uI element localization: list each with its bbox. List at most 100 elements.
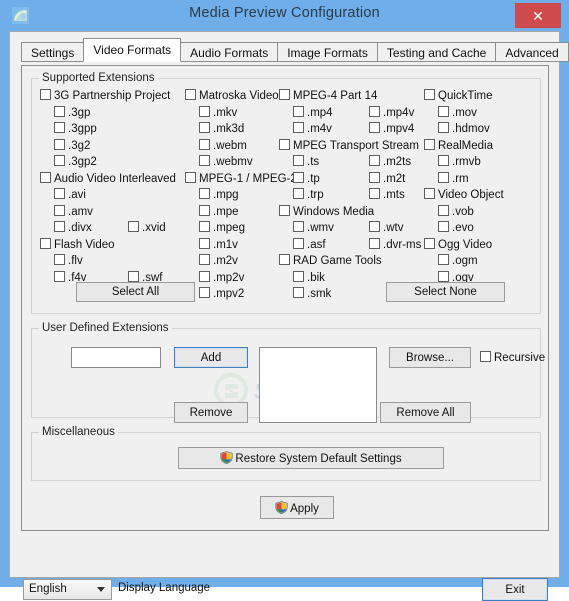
extension-checkbox[interactable]: .smk [293, 287, 331, 301]
extension-checkbox[interactable]: .evo [438, 221, 474, 235]
extension-checkbox[interactable]: .3gp [54, 105, 90, 120]
extension-checkbox[interactable]: .webm [199, 138, 247, 153]
window-title: Media Preview Configuration [189, 5, 380, 21]
extension-checkbox[interactable]: .avi [54, 188, 86, 202]
extension-checkbox[interactable]: .wtv [369, 221, 403, 235]
format-group-checkbox[interactable]: Windows Media [279, 204, 374, 219]
close-icon[interactable]: ✕ [515, 3, 561, 28]
extension-checkbox[interactable]: .dvr-ms [369, 237, 421, 252]
checkbox-box [293, 270, 304, 282]
select-all-button[interactable]: Select All [76, 282, 195, 302]
extension-label: .hdmov [452, 123, 490, 135]
extension-checkbox[interactable]: .mp4v [369, 105, 414, 120]
extension-label: .m2v [213, 255, 238, 267]
extension-checkbox[interactable]: .hdmov [438, 122, 490, 136]
format-group-checkbox[interactable]: MPEG-4 Part 14 [279, 89, 377, 103]
format-group-checkbox[interactable]: QuickTime [424, 89, 493, 103]
tab-audio-formats[interactable]: Audio Formats [180, 42, 279, 62]
format-group-checkbox[interactable]: MPEG Transport Stream [279, 138, 419, 153]
browse-button[interactable]: Browse... [389, 347, 471, 368]
format-group-checkbox[interactable]: RealMedia [424, 138, 493, 153]
format-group-checkbox[interactable]: MPEG-1 / MPEG-2 [185, 171, 297, 186]
format-group-checkbox[interactable]: Flash Video [40, 237, 115, 252]
checkbox-box [199, 138, 210, 150]
user-extension-input[interactable] [71, 347, 161, 368]
extension-checkbox[interactable]: .rmvb [438, 155, 481, 169]
user-extension-list[interactable] [259, 347, 377, 423]
checkbox-box [438, 204, 449, 216]
extension-label: .flv [68, 255, 83, 267]
extension-checkbox[interactable]: .wmv [293, 221, 334, 235]
extension-label: .vob [452, 205, 474, 218]
extension-checkbox[interactable]: .bik [293, 270, 325, 285]
extension-label: .m4v [307, 123, 332, 135]
checkbox-box [293, 105, 304, 117]
format-group-checkbox[interactable]: Video Object [424, 188, 504, 202]
checkbox-box [369, 105, 380, 117]
extension-checkbox[interactable]: .rm [438, 171, 469, 186]
format-group-checkbox[interactable]: RAD Game Tools [279, 254, 382, 268]
extension-label: .m2t [383, 172, 406, 185]
extension-checkbox[interactable]: .mk3d [199, 122, 244, 136]
extension-checkbox[interactable]: .mpv4 [369, 122, 414, 136]
restore-defaults-button[interactable]: Restore System Default Settings [178, 447, 444, 469]
checkbox-box [293, 237, 304, 249]
extension-checkbox[interactable]: .mpeg [199, 221, 245, 235]
exit-button[interactable]: Exit [482, 578, 548, 601]
remove-button[interactable]: Remove [174, 402, 248, 423]
extension-checkbox[interactable]: .m4v [293, 122, 332, 136]
extension-checkbox[interactable]: .3gp2 [54, 155, 97, 169]
extension-checkbox[interactable]: .flv [54, 254, 83, 268]
extension-checkbox[interactable]: .divx [54, 221, 92, 235]
extension-checkbox[interactable]: .mpv2 [199, 287, 244, 301]
extension-checkbox[interactable]: .mkv [199, 105, 237, 120]
remove-all-button[interactable]: Remove All [380, 402, 471, 423]
checkbox-box [128, 221, 139, 232]
extension-label: .xvid [142, 222, 166, 234]
extension-checkbox[interactable]: .trp [293, 188, 324, 202]
extension-checkbox[interactable]: .webmv [199, 155, 253, 169]
extension-label: .mts [383, 189, 405, 201]
format-group-checkbox[interactable]: Ogg Video [424, 237, 492, 252]
extension-checkbox[interactable]: .m2v [199, 254, 238, 268]
apply-button[interactable]: Apply [260, 496, 334, 519]
extension-checkbox[interactable]: .xvid [128, 221, 166, 235]
extension-checkbox[interactable]: .mpe [199, 204, 239, 219]
select-none-button[interactable]: Select None [386, 282, 505, 302]
format-group-checkbox[interactable]: Matroska Video [185, 89, 279, 103]
extension-checkbox[interactable]: .vob [438, 204, 474, 219]
extension-checkbox[interactable]: .amv [54, 204, 93, 219]
extension-checkbox[interactable]: .m2t [369, 171, 406, 186]
recursive-checkbox-label: Recursive [494, 352, 546, 364]
extension-label: .3gp2 [68, 156, 97, 168]
extension-checkbox[interactable]: .mp4 [293, 105, 333, 120]
extension-checkbox[interactable]: .m2ts [369, 155, 411, 169]
format-group-label: MPEG-1 / MPEG-2 [199, 172, 297, 185]
extension-label: .trp [307, 189, 324, 201]
add-button[interactable]: Add [174, 347, 248, 368]
extension-checkbox[interactable]: .m1v [199, 237, 238, 252]
extension-label: .smk [307, 288, 332, 300]
tab-image-formats[interactable]: Image Formats [277, 42, 378, 62]
extension-checkbox[interactable]: .3gpp [54, 122, 97, 136]
checkbox-box [54, 254, 65, 265]
extension-checkbox[interactable]: .mov [438, 105, 477, 120]
tab-video-formats[interactable]: Video Formats [83, 38, 182, 62]
extension-checkbox[interactable]: .tp [293, 171, 320, 186]
extension-checkbox[interactable]: .mpg [199, 188, 239, 202]
extension-checkbox[interactable]: .asf [293, 237, 326, 252]
tab-settings[interactable]: Settings [21, 42, 85, 62]
extension-checkbox[interactable]: .mts [369, 188, 405, 202]
tab-advanced[interactable]: Advanced [495, 42, 569, 62]
checkbox-box [54, 188, 65, 199]
recursive-checkbox[interactable]: Recursive [480, 351, 545, 365]
extension-checkbox[interactable]: .ogm [438, 254, 478, 268]
format-group-checkbox[interactable]: 3G Partnership Project [40, 89, 170, 103]
tab-testing-and-cache[interactable]: Testing and Cache [376, 42, 497, 62]
extension-checkbox[interactable]: .3g2 [54, 138, 90, 153]
format-group-checkbox[interactable]: Audio Video Interleaved [40, 171, 176, 186]
chevron-down-icon [97, 587, 105, 592]
display-language-select[interactable]: English [23, 579, 112, 600]
extension-checkbox[interactable]: .mp2v [199, 270, 244, 285]
extension-checkbox[interactable]: .ts [293, 155, 319, 169]
